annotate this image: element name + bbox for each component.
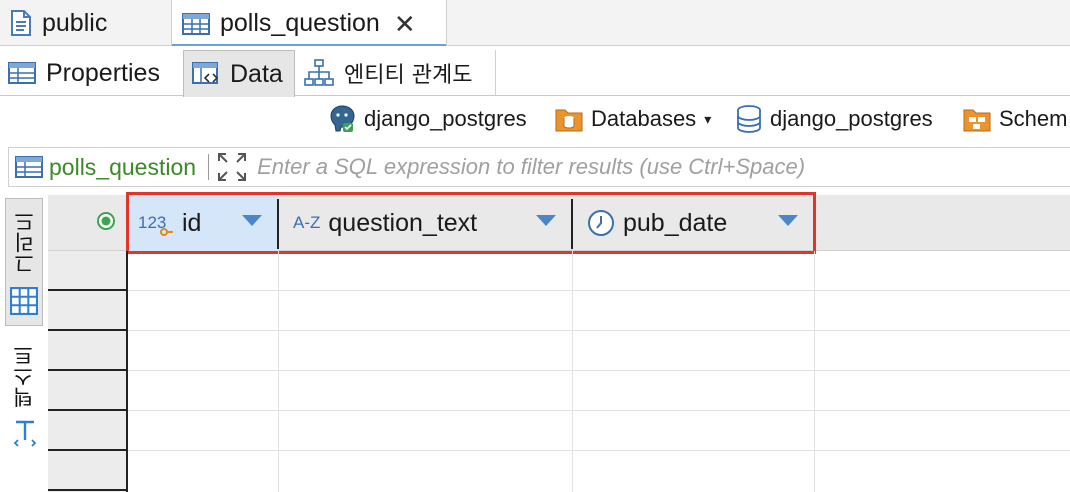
column-name: id	[182, 208, 202, 237]
side-tab-grid[interactable]: 그리드	[5, 198, 43, 326]
tab-properties[interactable]: Properties	[0, 50, 182, 96]
document-icon	[10, 10, 32, 36]
filter-bar: polls_question	[8, 147, 1070, 187]
editor-sub-tab-bar: Properties Data 엔티티 관계도	[0, 46, 1070, 97]
row-number-column	[48, 251, 128, 492]
sql-filter-input[interactable]	[257, 154, 958, 180]
table-row	[128, 371, 1070, 411]
close-icon[interactable]: ✕	[394, 11, 416, 37]
breadcrumb-label: Schem	[999, 106, 1068, 131]
column-header-id[interactable]: 123 id	[128, 195, 278, 251]
column-divider[interactable]	[813, 199, 815, 249]
breadcrumb-databases[interactable]: Databases ▾	[555, 102, 711, 136]
table-icon	[15, 156, 43, 178]
tab-er-diagram[interactable]: 엔티티 관계도	[296, 50, 496, 96]
breadcrumb-connection[interactable]: django_postgres	[328, 102, 527, 136]
filter-table-name: polls_question	[49, 153, 197, 180]
postgres-elephant-icon	[328, 104, 356, 134]
column-name: question_text	[328, 208, 478, 237]
sort-arrow-icon[interactable]	[778, 215, 798, 226]
tab-label: Properties	[46, 58, 160, 87]
grid-header-row: 123 id A-Z question_text pub_date	[48, 195, 1070, 251]
expand-icon[interactable]	[217, 152, 247, 182]
database-icon	[736, 105, 762, 133]
row-number-cell[interactable]	[48, 451, 126, 491]
column-name: pub_date	[623, 208, 728, 237]
breadcrumb-label: django_postgres	[364, 106, 527, 131]
clock-icon	[587, 209, 615, 237]
databases-folder-icon	[555, 106, 583, 132]
editor-tab-polls-question[interactable]: polls_question ✕	[171, 0, 447, 47]
data-grid-icon	[192, 62, 220, 86]
select-all-cell[interactable]	[48, 195, 127, 251]
breadcrumb-schemas[interactable]: Schem	[963, 102, 1067, 136]
side-tab-label: 그리드	[13, 211, 37, 275]
table-icon	[182, 12, 210, 35]
breadcrumb-label: django_postgres	[770, 106, 933, 131]
column-header-pub-date[interactable]: pub_date	[573, 195, 814, 251]
grid-line	[572, 251, 573, 492]
text-type-icon: A-Z	[293, 213, 321, 232]
grid-icon	[9, 286, 39, 320]
row-number-cell[interactable]	[48, 371, 126, 411]
filter-table-selector[interactable]: polls_question	[9, 154, 196, 181]
table-icon	[8, 62, 36, 84]
row-number-cell[interactable]	[48, 291, 126, 331]
editor-tab-public[interactable]: public	[10, 0, 170, 46]
grid-line	[278, 251, 279, 492]
toolbar-divider	[208, 154, 210, 180]
editor-tab-label: polls_question	[220, 9, 380, 37]
er-diagram-icon	[304, 59, 334, 87]
sort-arrow-icon[interactable]	[242, 215, 262, 226]
side-tab-label: 텍스트	[12, 345, 36, 409]
editor-tab-bar: public polls_question ✕	[0, 0, 1070, 47]
row-number-cell[interactable]	[48, 411, 126, 451]
text-icon	[13, 418, 37, 453]
tab-label: 엔티티 관계도	[344, 63, 473, 88]
grid-line	[814, 251, 815, 492]
table-row	[128, 331, 1070, 371]
row-number-cell[interactable]	[48, 331, 126, 371]
sort-arrow-icon[interactable]	[536, 215, 556, 226]
table-row	[128, 251, 1070, 291]
tab-data[interactable]: Data	[183, 50, 295, 97]
breadcrumb-database[interactable]: django_postgres	[736, 102, 933, 136]
status-dot-icon	[96, 211, 116, 236]
editor-tab-label: public	[42, 8, 108, 37]
results-grid: 123 id A-Z question_text pub_date	[48, 192, 1070, 492]
numeric-key-icon: 123	[138, 209, 174, 237]
chevron-down-icon[interactable]: ▾	[704, 111, 711, 128]
table-row	[128, 411, 1070, 451]
column-header-question-text[interactable]: A-Z question_text	[279, 195, 572, 251]
tab-label: Data	[230, 59, 283, 88]
side-tab-text[interactable]: 텍스트	[5, 330, 43, 460]
row-number-cell[interactable]	[48, 251, 126, 291]
schemas-folder-icon	[963, 106, 991, 132]
breadcrumb: django_postgres Databases ▾ django_postg…	[0, 96, 1070, 142]
grid-body	[48, 251, 1070, 492]
breadcrumb-label: Databases	[591, 106, 697, 131]
table-row	[128, 291, 1070, 331]
